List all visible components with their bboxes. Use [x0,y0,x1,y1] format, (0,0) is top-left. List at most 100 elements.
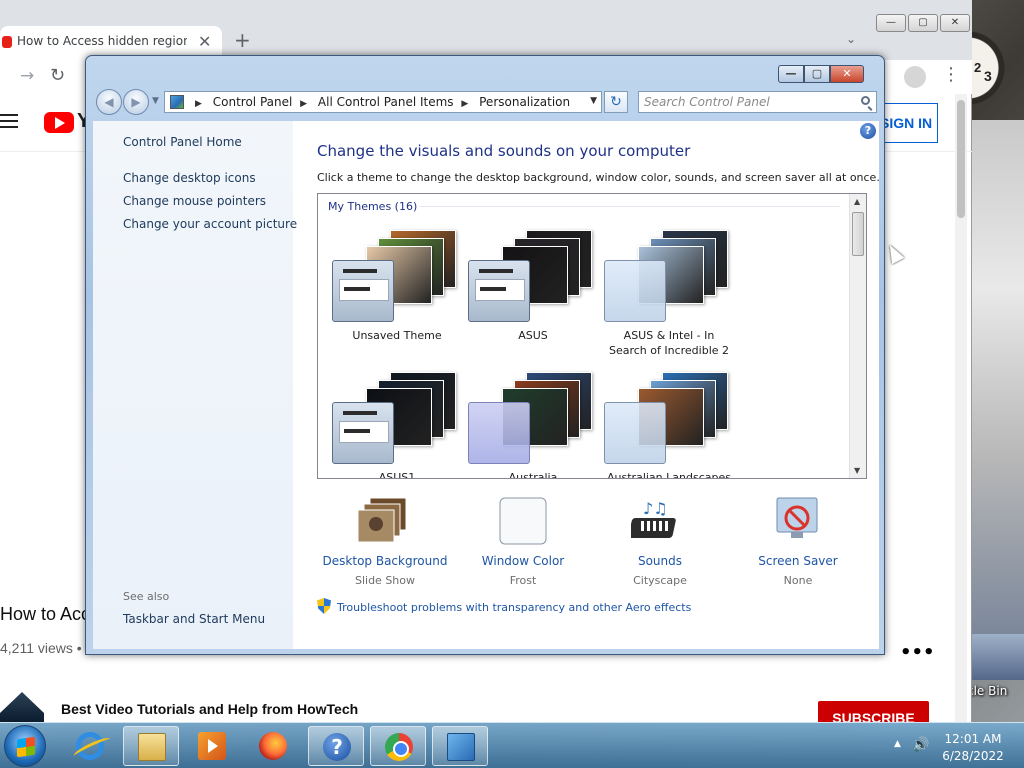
page-scrollbar-thumb[interactable] [957,100,965,218]
taskbar-internet-explorer[interactable] [62,726,118,766]
task-pane: Control Panel Home Change desktop icons … [93,121,297,649]
tab-search-icon[interactable]: ⌄ [846,32,856,46]
window-color-label[interactable]: Window Color [453,554,593,568]
desktop-background-label[interactable]: Desktop Background [315,554,455,568]
change-account-picture-link[interactable]: Change your account picture [123,217,297,231]
desktop-background-value: Slide Show [354,574,416,587]
themes-scrollbar-thumb[interactable] [852,212,864,256]
page-subtitle: Click a theme to change the desktop back… [317,171,880,184]
window-caption-buttons: — ▢ ✕ [778,65,864,83]
help-and-support-icon: ? [323,733,351,761]
taskbar-chrome[interactable] [370,726,426,766]
tab-title: How to Access hidden regional th [17,34,187,48]
subscribe-button[interactable]: SUBSCRIBE [818,701,929,722]
firefox-icon [259,732,287,760]
control-panel-home-link[interactable]: Control Panel Home [123,135,242,149]
forward-button[interactable]: ▶ [123,89,149,115]
clock-time[interactable]: 12:01 AM [930,732,1016,746]
breadcrumb-personalization[interactable]: Personalization [479,95,570,109]
taskbar-control-panel[interactable] [432,726,488,766]
troubleshoot-label[interactable]: Troubleshoot problems with transparency … [337,601,691,614]
theme-tile[interactable]: ASUS [468,230,598,360]
volume-icon[interactable]: 🔊 [912,737,929,753]
breadcrumb-all-items[interactable]: All Control Panel Items [318,95,454,109]
help-icon[interactable]: ? [860,123,876,139]
breadcrumb-separator-icon[interactable]: ▶ [461,99,468,109]
minimize-button[interactable]: — [778,65,804,83]
theme-tile[interactable]: Unsaved Theme [332,230,462,360]
desktop-background-setting[interactable]: Desktop Background Slide Show [315,496,455,587]
taskbar-media-player[interactable] [184,726,240,766]
recycle-bin-label[interactable]: cle Bin [967,684,1007,698]
video-views: 4,211 views • [0,640,82,656]
browser-menu-icon[interactable]: ⋮ [942,64,960,85]
forward-arrow-icon[interactable]: → [20,66,34,86]
personalization-window: — ▢ ✕ ◀ ▶ ▼ ▶ Control Panel ▶ All Contro… [85,55,885,655]
taskbar-windows-explorer[interactable] [123,726,179,766]
folder-icon [138,733,166,761]
window-color-setting[interactable]: Window Color Frost [453,496,593,587]
start-button[interactable] [4,725,46,767]
control-panel-icon [170,95,184,109]
scroll-up-icon[interactable]: ▲ [854,197,860,206]
theme-tile[interactable]: ASUS1 [332,372,462,479]
taskbar-help-and-support[interactable]: ? [308,726,364,766]
theme-name: ASUS1 [378,471,416,479]
scroll-down-icon[interactable]: ▼ [854,466,860,475]
reload-icon[interactable]: ↻ [50,65,65,86]
sign-in-button[interactable]: SIGN IN [878,103,938,143]
screen-saver-setting[interactable]: Screen Saver None [728,496,868,587]
back-button[interactable]: ◀ [96,89,122,115]
change-mouse-pointers-link[interactable]: Change mouse pointers [123,194,266,208]
see-also-heading: See also [123,590,170,603]
taskbar-firefox[interactable] [245,726,301,766]
browser-maximize-button[interactable]: ▢ [908,14,938,32]
browser-close-button[interactable]: ✕ [940,14,970,32]
system-tray: ▲ 🔊 12:01 AM 6/28/2022 [890,723,1024,768]
address-dropdown-icon[interactable]: ▼ [590,96,597,106]
tab-close-icon[interactable]: ✕ [198,32,211,51]
search-icon[interactable] [861,96,870,105]
sounds-setting[interactable]: ♪♫ Sounds Cityscape [590,496,730,587]
recycle-bin-icon[interactable] [970,634,1024,680]
change-desktop-icons-link[interactable]: Change desktop icons [123,171,256,185]
search-placeholder: Search Control Panel [644,95,770,109]
taskbar-start-menu-link[interactable]: Taskbar and Start Menu [123,612,265,626]
sounds-label[interactable]: Sounds [590,554,730,568]
page-scrollbar[interactable] [955,94,967,722]
recent-pages-dropdown-icon[interactable]: ▼ [152,96,159,106]
troubleshoot-aero-link[interactable]: Troubleshoot problems with transparency … [317,598,691,614]
theme-tile[interactable]: ASUS & Intel - In Search of Incredible 2 [604,230,734,360]
theme-tile[interactable]: Australian Landscapes [604,372,734,478]
shield-icon [317,598,331,614]
breadcrumb: ▶ Control Panel ▶ All Control Panel Item… [191,95,570,109]
theme-window-color-swatch [604,260,666,322]
maximize-button[interactable]: ▢ [804,65,830,83]
close-button[interactable]: ✕ [830,65,864,83]
themes-list[interactable]: My Themes (16) Unsaved Theme ASUS ASUS & I… [317,193,867,479]
clock-date[interactable]: 6/28/2022 [930,749,1016,763]
theme-window-color-swatch [332,402,394,464]
breadcrumb-separator-icon[interactable]: ▶ [300,99,307,109]
screen-saver-label[interactable]: Screen Saver [728,554,868,568]
channel-avatar[interactable] [0,692,44,722]
breadcrumb-separator-icon[interactable]: ▶ [195,99,202,109]
show-hidden-icons-icon[interactable]: ▲ [894,739,901,749]
refresh-button[interactable]: ↻ [604,91,628,113]
profile-avatar-icon[interactable] [904,66,926,88]
browser-minimize-button[interactable]: — [876,14,906,32]
new-tab-button[interactable]: + [234,28,251,52]
themes-scrollbar[interactable]: ▲ ▼ [849,194,866,478]
hamburger-menu-icon[interactable] [0,114,18,128]
breadcrumb-control-panel[interactable]: Control Panel [213,95,293,109]
channel-name[interactable]: Best Video Tutorials and Help from HowTe… [61,701,358,717]
search-input[interactable]: Search Control Panel [638,91,877,113]
chrome-icon [385,733,413,761]
svg-text:♪♫: ♪♫ [643,499,668,518]
clock-digit: 3 [984,68,992,84]
youtube-logo-icon[interactable] [44,112,74,133]
more-actions-icon[interactable]: ••• [900,642,935,663]
address-bar[interactable]: ▶ Control Panel ▶ All Control Panel Item… [164,91,602,113]
page-title: Change the visuals and sounds on your co… [317,142,691,160]
theme-tile[interactable]: Australia [468,372,598,478]
